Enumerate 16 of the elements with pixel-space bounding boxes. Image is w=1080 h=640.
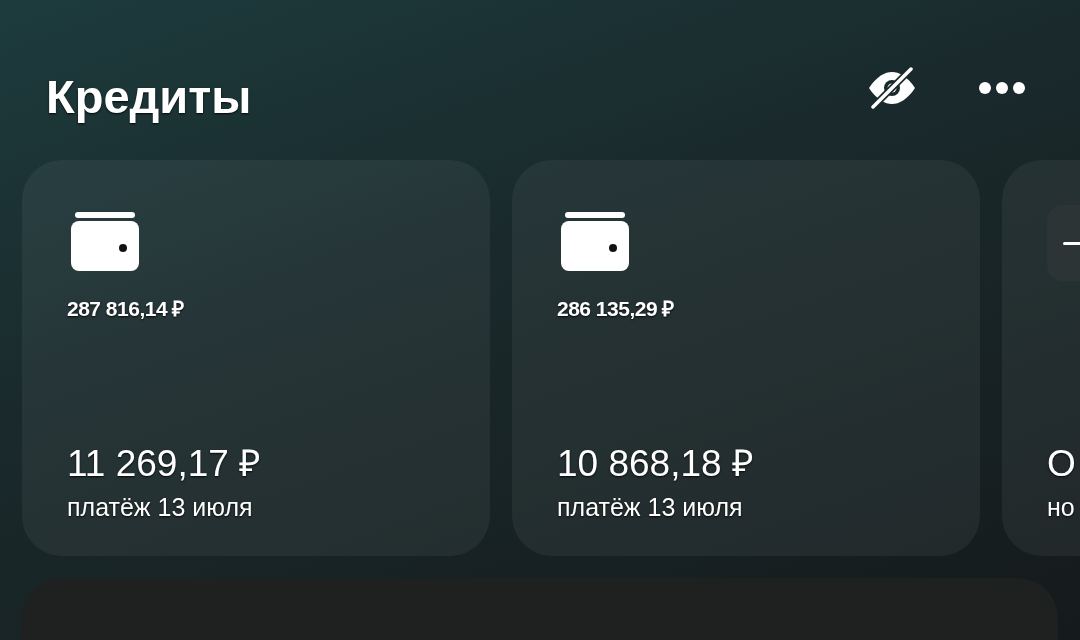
- wallet-icon: [71, 212, 139, 271]
- payment-amount: О: [1047, 442, 1076, 486]
- payment-amount: 11 269,17 ₽: [67, 442, 262, 486]
- loan-card[interactable]: 287 816,14 ₽ 11 269,17 ₽ платёж 13 июля: [22, 160, 490, 556]
- payment-amount: 10 868,18 ₽: [557, 442, 754, 486]
- payment-date: но: [1047, 492, 1075, 522]
- wallet-icon: [561, 212, 629, 271]
- loan-balance: 286 135,29 ₽: [557, 297, 674, 320]
- loan-balance: 287 816,14 ₽: [67, 297, 184, 320]
- loan-card[interactable]: 286 135,29 ₽ 10 868,18 ₽ платёж 13 июля: [512, 160, 980, 556]
- more-icon[interactable]: [979, 82, 1025, 94]
- page-title: Кредиты: [46, 69, 252, 125]
- loan-card[interactable]: О но: [1002, 160, 1080, 556]
- payment-date: платёж 13 июля: [557, 492, 743, 522]
- eye-off-icon[interactable]: [867, 67, 917, 109]
- payment-date: платёж 13 июля: [67, 492, 253, 522]
